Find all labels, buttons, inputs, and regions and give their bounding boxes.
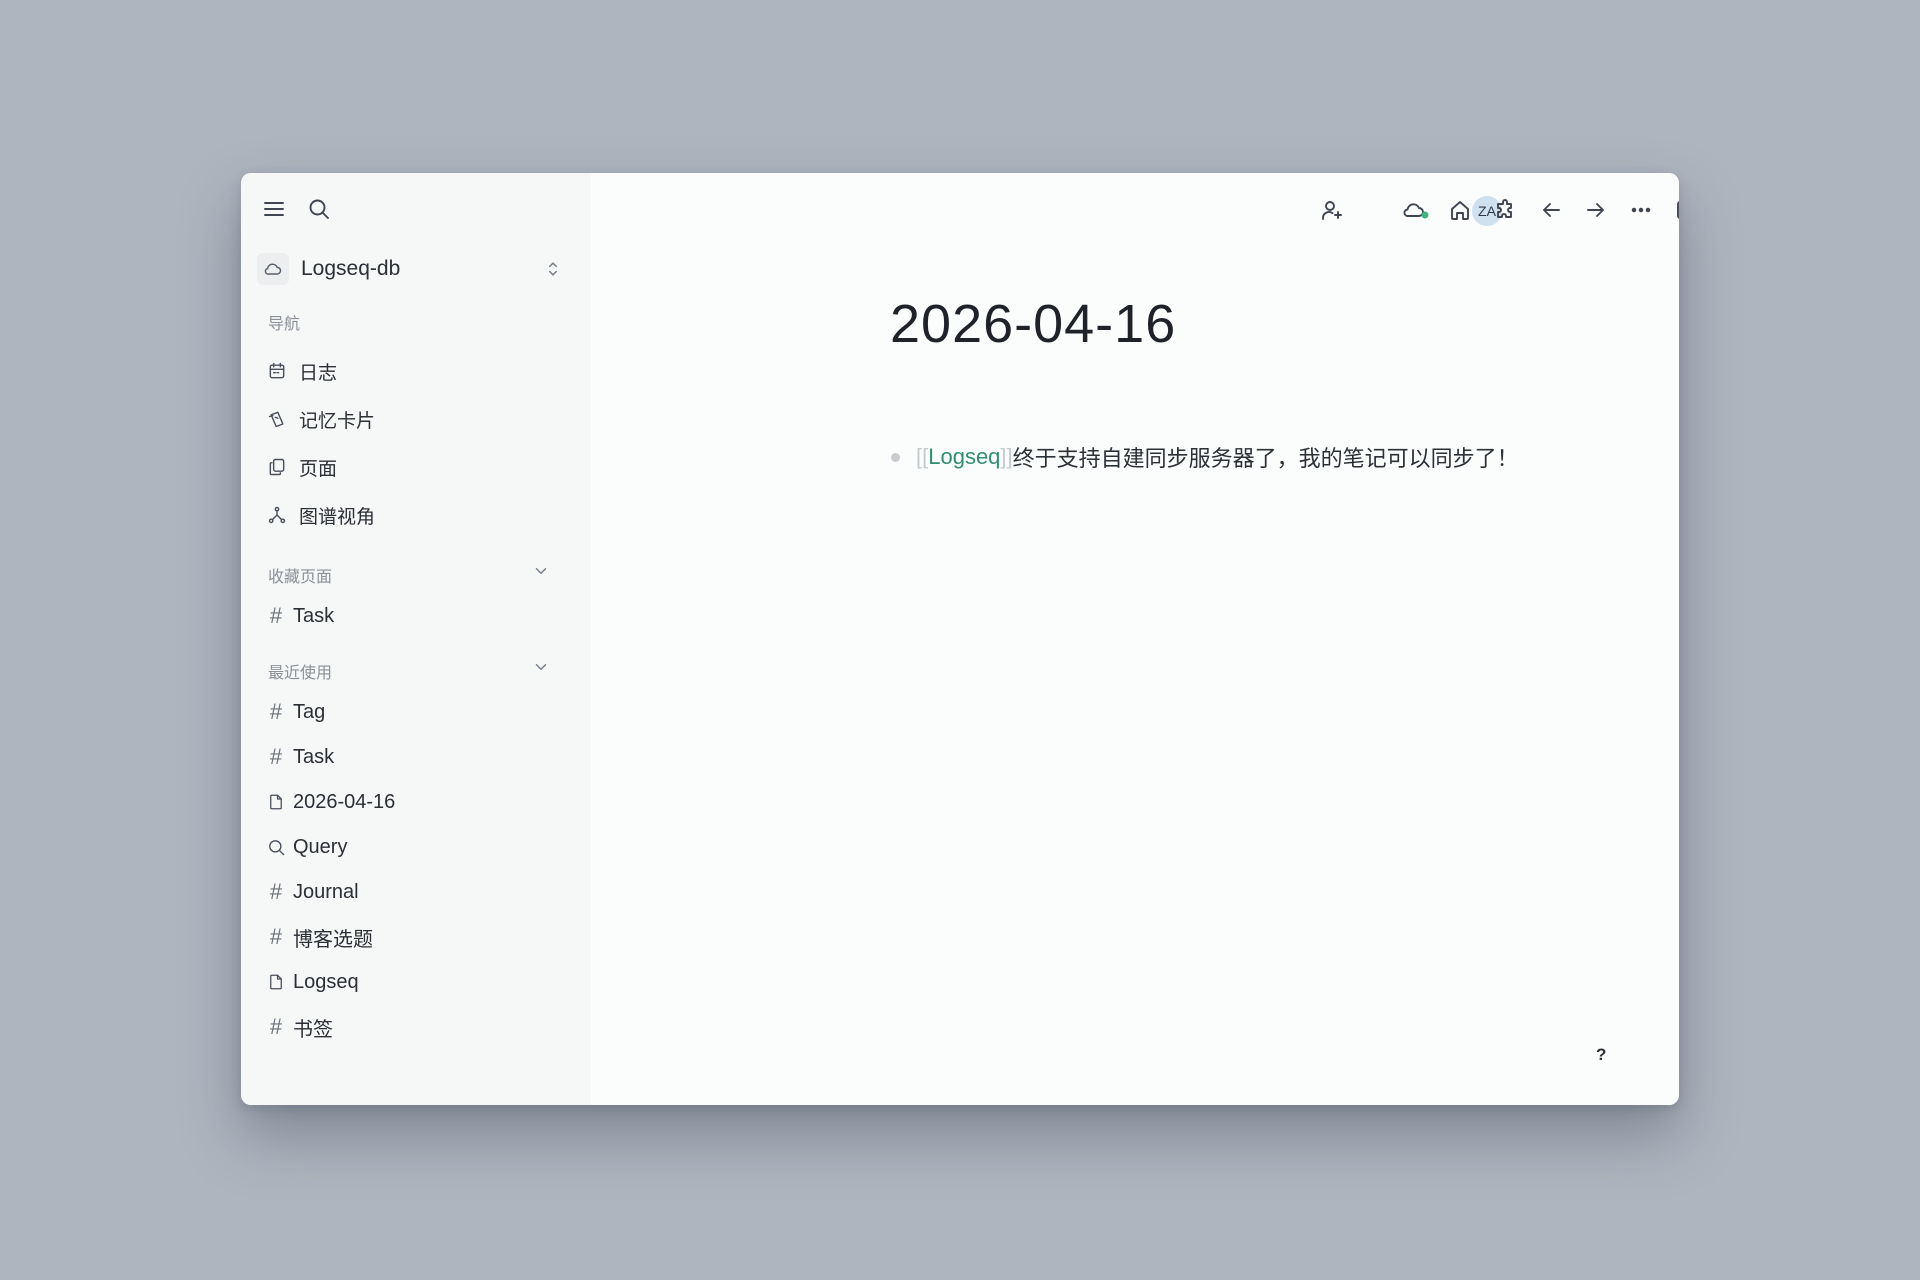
chevron-down-icon[interactable] <box>532 562 550 580</box>
favorite-item-label: Task <box>293 604 335 627</box>
hash-icon: # <box>269 879 283 904</box>
search-icon <box>265 835 287 859</box>
chevron-down-icon[interactable] <box>532 658 550 676</box>
graph-name: Logseq-db <box>301 257 401 280</box>
sidebar-item-pages[interactable]: 页面 <box>265 450 337 484</box>
sidebar-item-label: 记忆卡片 <box>299 410 376 432</box>
recent-item-label: 博客选题 <box>293 928 373 951</box>
recent-item-label: Tag <box>293 700 326 723</box>
more-button[interactable] <box>1624 193 1658 227</box>
menu-icon <box>264 202 284 216</box>
recent-item-label: Query <box>293 835 348 858</box>
arrow-right-icon <box>1587 203 1604 217</box>
hash-icon: # <box>269 603 283 628</box>
puzzle-icon <box>1497 199 1512 218</box>
sidebar-item-journals[interactable]: 日志 <box>265 354 337 388</box>
toggle-right-sidebar-button[interactable] <box>1669 193 1679 227</box>
recent-item[interactable]: # Tag <box>265 695 325 729</box>
recent-item-label: Logseq <box>293 970 359 993</box>
block-bullet[interactable] <box>891 452 900 462</box>
recent-item-label: Task <box>293 745 335 768</box>
page-title: 2026-04-16 <box>890 294 1177 354</box>
calendar-icon <box>265 359 289 383</box>
block-text: 终于支持自建同步服务器了，我的笔记可以同步了！ <box>1012 446 1519 471</box>
sidebar-item-label: 页面 <box>299 458 338 480</box>
block[interactable]: [[ Logseq ]] 终于支持自建同步服务器了，我的笔记可以同步了！ <box>891 441 1519 473</box>
graph-icon <box>265 503 289 527</box>
add-user-icon <box>1322 201 1342 220</box>
favorite-item[interactable]: # Task <box>265 599 334 633</box>
recent-item[interactable]: Logseq <box>265 965 359 999</box>
page-icon <box>265 970 287 994</box>
search-button[interactable] <box>303 193 335 225</box>
sidebar-item-label: 日志 <box>299 362 338 384</box>
forward-button[interactable] <box>1579 193 1613 227</box>
main-content: ZA 2026-04-16 [[Logseq]] 终于支持自建同步服务器了，… <box>591 173 1679 1105</box>
pages-icon <box>265 455 289 479</box>
arrow-left-icon <box>1543 203 1560 217</box>
recent-item-label: 2026-04-16 <box>293 790 396 813</box>
sync-status-button[interactable] <box>1398 193 1434 227</box>
flashcards-icon <box>265 407 289 431</box>
hash-icon: # <box>269 744 283 769</box>
graph-switcher[interactable]: Logseq-db <box>257 249 563 289</box>
cloud-icon <box>257 253 289 285</box>
left-sidebar: Logseq-db 导航 日志 记忆卡片 页面 图谱视角 收藏页面 # Task… <box>241 173 591 1105</box>
recent-item-label: 书签 <box>293 1018 333 1041</box>
sidebar-right-icon <box>1677 201 1679 219</box>
cloud-sync-icon <box>1403 203 1429 219</box>
sidebar-item-graph-view[interactable]: 图谱视角 <box>265 498 375 532</box>
page-reference-link[interactable]: Logseq <box>928 444 1000 470</box>
hash-icon: # <box>269 1014 283 1039</box>
chevron-up-down-icon <box>548 262 558 276</box>
home-icon <box>1451 201 1469 220</box>
recent-section-label: 最近使用 <box>268 665 333 682</box>
favorites-section-label: 收藏页面 <box>268 569 333 586</box>
nav-section-label: 导航 <box>268 316 301 333</box>
plugins-button[interactable] <box>1488 193 1522 227</box>
back-button[interactable] <box>1534 193 1568 227</box>
menu-toggle-button[interactable] <box>258 193 290 225</box>
recent-item[interactable]: # Task <box>265 740 334 774</box>
hash-icon: # <box>269 924 283 949</box>
recent-item[interactable]: Query <box>265 830 347 864</box>
sidebar-item-label: 图谱视角 <box>299 506 376 528</box>
recent-item-label: Journal <box>293 880 359 903</box>
page-icon <box>265 790 287 814</box>
ref-bracket-open: [[ <box>916 444 929 469</box>
recent-item[interactable]: 2026-04-16 <box>265 785 395 819</box>
app-window: Logseq-db 导航 日志 记忆卡片 页面 图谱视角 收藏页面 # Task… <box>241 173 1679 1105</box>
help-button[interactable]: ? <box>1596 1045 1606 1065</box>
home-button[interactable] <box>1443 193 1477 227</box>
more-dots-icon <box>1631 207 1651 213</box>
recent-item[interactable]: # 博客选题 <box>265 920 373 954</box>
share-user-button[interactable] <box>1315 193 1349 227</box>
search-icon <box>309 199 329 219</box>
sidebar-item-flashcards[interactable]: 记忆卡片 <box>265 402 375 436</box>
recent-item[interactable]: # 书签 <box>265 1010 333 1044</box>
hash-icon: # <box>269 699 283 724</box>
recent-item[interactable]: # Journal <box>265 875 359 909</box>
ref-bracket-close: ]] <box>1000 444 1013 469</box>
